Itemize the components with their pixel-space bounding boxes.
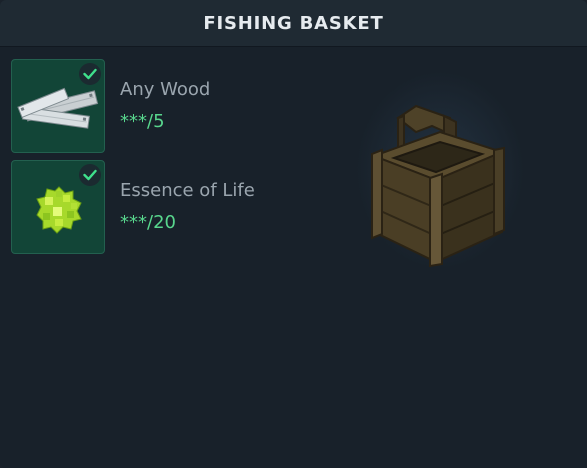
checkmark-icon [83,169,97,181]
requirement-name: Essence of Life [120,180,255,201]
item-slot-wood[interactable] [11,59,105,153]
panel-header: FISHING BASKET [0,0,587,47]
checkmark-icon [83,68,97,80]
requirement-count: ***/5 [120,111,165,132]
item-slot-essence[interactable] [11,160,105,254]
requirement-name: Any Wood [120,79,211,100]
panel-title: FISHING BASKET [203,12,384,34]
requirement-count: ***/20 [120,212,176,233]
crafting-panel: FISHING BASKET Any Wood ***/5 Essence of… [0,0,587,468]
fulfilled-check-badge [79,63,101,85]
fulfilled-check-badge [79,164,101,186]
fishing-basket-crate-icon [371,104,505,268]
